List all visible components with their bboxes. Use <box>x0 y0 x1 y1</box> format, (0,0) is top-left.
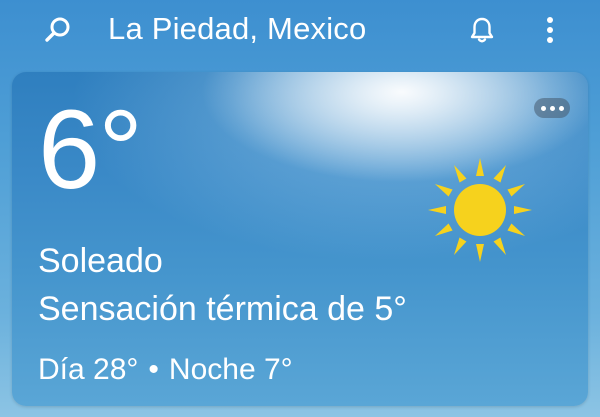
search-icon <box>45 17 70 42</box>
notifications-button[interactable] <box>462 10 502 50</box>
more-vertical-icon <box>547 17 553 43</box>
weather-condition: Soleado <box>38 242 163 280</box>
top-app-bar: La Piedad, Mexico <box>0 0 600 60</box>
location-title[interactable]: La Piedad, Mexico <box>108 9 366 49</box>
night-temperature: Noche 7° <box>168 353 293 386</box>
separator: • <box>148 353 159 386</box>
feels-like-temperature: Sensación térmica de 5° <box>38 290 407 328</box>
sun-icon <box>428 158 532 262</box>
day-temperature: Día 28° <box>38 353 139 386</box>
more-horizontal-icon[interactable] <box>534 98 570 118</box>
bell-icon <box>470 17 494 43</box>
search-button[interactable] <box>38 10 78 50</box>
day-night-temperatures: Día 28° • Noche 7° <box>38 350 293 390</box>
current-weather-card[interactable]: 6° Soleado Sensación térmica de 5° Día 2… <box>12 72 588 406</box>
current-temperature: 6° <box>38 87 143 212</box>
overflow-menu-button[interactable] <box>530 10 570 50</box>
